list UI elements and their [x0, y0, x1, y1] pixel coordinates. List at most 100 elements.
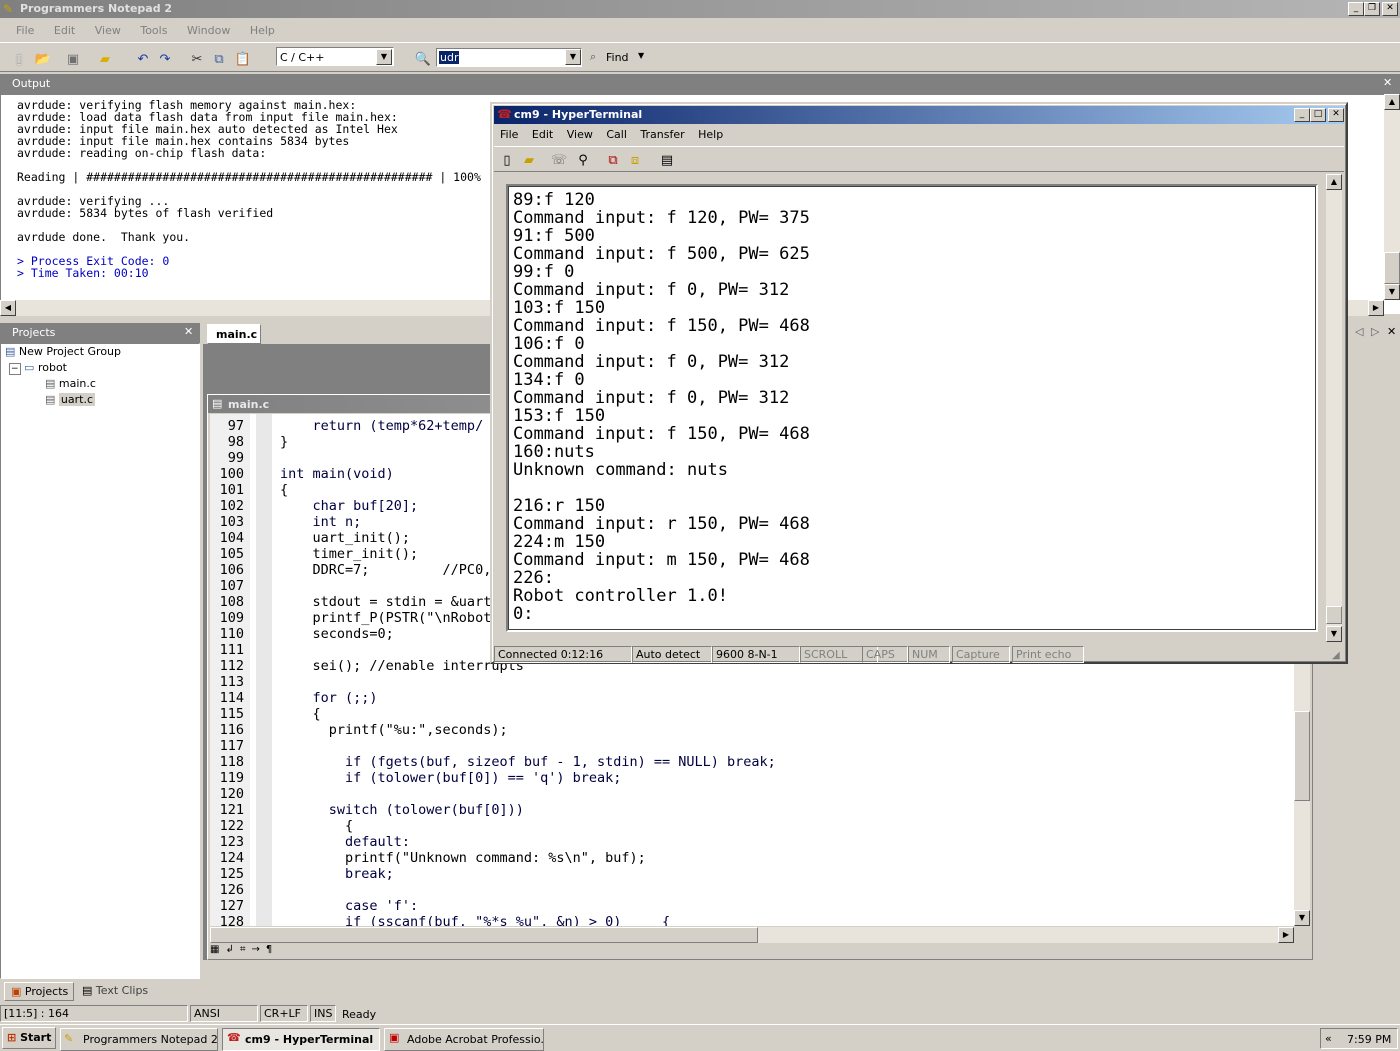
tree-file-main[interactable]: ▤ main.c	[1, 376, 199, 392]
view-icon-2[interactable]: ↲	[225, 944, 239, 955]
projects-close-icon[interactable]: ✕	[184, 325, 193, 338]
output-scroll-thumb[interactable]	[1384, 252, 1400, 284]
copy-icon[interactable]: ⧉	[208, 48, 230, 70]
output-scroll-left[interactable]: ◀	[0, 300, 16, 316]
line-number: 110	[219, 626, 244, 642]
line-number: 108	[219, 594, 244, 610]
file-label-main: main.c	[58, 377, 96, 390]
window-title: Programmers Notepad 2	[20, 2, 173, 15]
ht-properties-icon[interactable]: ▤	[656, 149, 678, 171]
view-icon-3[interactable]: ⌗	[240, 944, 252, 955]
ht-terminal-screen[interactable]: 89:f 120 Command input: f 120, PW= 375 91:…	[508, 186, 1316, 630]
ht-resize-grip[interactable]: ◢	[1332, 650, 1340, 661]
status-encoding: ANSI	[190, 1005, 258, 1022]
ht-close-button[interactable]: ✕	[1328, 108, 1344, 122]
code-line: 115 {	[210, 706, 1294, 722]
tab-close-icon[interactable]: ✕	[1387, 325, 1396, 338]
tab-next-icon[interactable]: ▷	[1371, 325, 1379, 338]
menu-tools[interactable]: Tools	[140, 24, 167, 37]
menu-help[interactable]: Help	[250, 24, 275, 37]
editor-vscroll-thumb[interactable]	[1294, 711, 1310, 801]
tab-main-c-label: main.c	[216, 328, 258, 341]
search-dropdown-arrow[interactable]: ▼	[565, 49, 581, 65]
ht-vscroll[interactable]	[1326, 174, 1342, 640]
tray-expand-icon[interactable]: «	[1325, 1032, 1332, 1045]
output-scroll-down[interactable]: ▼	[1384, 284, 1400, 300]
redo-icon[interactable]: ↷	[154, 48, 176, 70]
ht-receive-icon[interactable]: ⧈	[624, 149, 646, 171]
taskbar-item-acrobat[interactable]: Adobe Acrobat Professio...	[384, 1028, 544, 1051]
output-close-icon[interactable]: ✕	[1383, 76, 1392, 89]
editor-scroll-down[interactable]: ▼	[1294, 910, 1310, 926]
windows-logo-icon: ⊞	[7, 1031, 17, 1044]
code-line: 125 break;	[210, 866, 1294, 882]
code-text: char buf[20];	[280, 498, 419, 514]
close-button[interactable]: ✕	[1382, 2, 1398, 16]
ht-send-icon[interactable]: ⧉	[602, 149, 624, 171]
collapse-icon[interactable]: −	[9, 363, 21, 375]
open-folder-icon[interactable]: 📂	[32, 48, 54, 70]
ht-open-icon[interactable]: ▰	[518, 149, 540, 171]
open-project-icon[interactable]: ▰	[94, 48, 116, 70]
line-number: 128	[219, 914, 244, 926]
taskbar-item-hyperterminal[interactable]: cm9 - HyperTerminal	[222, 1028, 380, 1051]
ht-menu-help[interactable]: Help	[698, 128, 723, 141]
language-dropdown-arrow[interactable]: ▼	[376, 49, 392, 65]
code-line: 120	[210, 786, 1294, 802]
save-icon[interactable]: ▣	[62, 48, 84, 70]
language-value: C / C++	[280, 51, 325, 64]
taskbar-ht-label: cm9 - HyperTerminal	[245, 1033, 374, 1046]
undo-icon[interactable]: ↶	[132, 48, 154, 70]
ht-status-capture: Capture	[952, 646, 1010, 663]
view-icon-1[interactable]: ▦	[210, 944, 225, 955]
menu-file[interactable]: File	[16, 24, 34, 37]
paste-icon[interactable]: 📋	[232, 48, 254, 70]
view-icon-4[interactable]: →	[251, 944, 265, 955]
ht-connect-icon[interactable]: ☏	[548, 149, 570, 171]
menu-window[interactable]: Window	[187, 24, 230, 37]
tab-prev-icon[interactable]: ◁	[1355, 325, 1363, 338]
pilcrow-icon[interactable]: ¶	[266, 944, 278, 955]
ht-scroll-down[interactable]: ▼	[1326, 626, 1342, 642]
start-button[interactable]: ⊞ Start	[2, 1027, 56, 1049]
output-scroll-up[interactable]: ▲	[1384, 94, 1400, 110]
ht-maximize-button[interactable]: □	[1310, 108, 1326, 122]
terminal-line: 160:nuts	[513, 442, 595, 462]
menu-edit[interactable]: Edit	[54, 24, 75, 37]
tab-main-c[interactable]: main.c	[207, 324, 261, 344]
ht-menu-view[interactable]: View	[567, 128, 593, 141]
cut-icon[interactable]: ✂	[186, 48, 208, 70]
ht-new-icon[interactable]: ▯	[496, 149, 518, 171]
ht-menu-transfer[interactable]: Transfer	[640, 128, 684, 141]
editor-scroll-right[interactable]: ▶	[1278, 927, 1294, 943]
minimize-button[interactable]: _	[1348, 2, 1364, 16]
new-file-icon[interactable]: ▯	[8, 48, 30, 70]
file-icon: ▤	[45, 377, 56, 390]
ht-disconnect-icon[interactable]: ⚲	[572, 149, 594, 171]
find-button[interactable]: Find	[606, 51, 629, 64]
code-line: 119 if (tolower(buf[0]) == 'q') break;	[210, 770, 1294, 786]
code-text: int n;	[280, 514, 362, 530]
editor-hscroll-thumb[interactable]	[210, 927, 758, 943]
line-number: 114	[219, 690, 244, 706]
tree-group[interactable]: ▤ New Project Group	[1, 344, 199, 360]
menu-view[interactable]: View	[95, 24, 121, 37]
ht-vscroll-thumb[interactable]	[1326, 606, 1342, 624]
tree-file-uart[interactable]: ▤ uart.c	[1, 392, 199, 408]
ht-toolbar: ▯ ▰ ☏ ⚲ ⧉ ⧈ ▤	[494, 146, 1344, 172]
tab-projects[interactable]: ▣ Projects	[4, 982, 74, 1001]
restore-button[interactable]: ❐	[1364, 2, 1380, 16]
ht-menu-file[interactable]: File	[500, 128, 518, 141]
ht-minimize-button[interactable]: _	[1294, 108, 1310, 122]
code-text: return (temp*62+temp/	[280, 418, 484, 434]
output-scroll-right[interactable]: ▶	[1368, 300, 1384, 316]
tree-project[interactable]: − ▭ robot	[1, 360, 199, 376]
ht-menu-edit[interactable]: Edit	[532, 128, 553, 141]
taskbar-item-pn2[interactable]: Programmers Notepad 2	[60, 1028, 218, 1051]
tab-text-clips[interactable]: ▤ Text Clips	[78, 984, 158, 1001]
ht-scroll-up[interactable]: ▲	[1326, 174, 1342, 190]
find-glass-icon[interactable]: ⌕	[590, 50, 596, 64]
ht-menu-call[interactable]: Call	[606, 128, 627, 141]
find-icon[interactable]: 🔍	[412, 48, 434, 70]
find-dropdown-icon[interactable]: ▼	[638, 51, 644, 60]
